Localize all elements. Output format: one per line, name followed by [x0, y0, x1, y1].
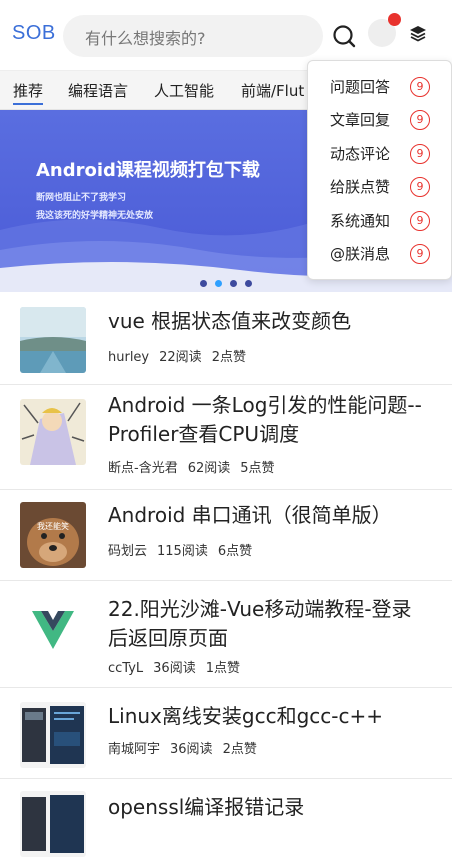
- count-badge: 9: [410, 144, 430, 164]
- carousel-dot[interactable]: [200, 280, 207, 287]
- layers-icon[interactable]: [408, 24, 428, 44]
- article-meta: 南城阿宇 36阅读 2点赞: [108, 738, 267, 757]
- article-meta: 码划云 115阅读 6点赞: [108, 540, 262, 559]
- carousel-dot[interactable]: [245, 280, 252, 287]
- menu-item-mentions[interactable]: @朕消息: [330, 243, 390, 264]
- article-thumbnail: [20, 702, 86, 768]
- article-thumbnail: 我还能笑: [20, 502, 86, 568]
- banner-title: Android课程视频打包下载: [36, 160, 260, 181]
- tab-recommend[interactable]: 推荐: [13, 80, 44, 105]
- article-title[interactable]: Android 串口通讯（很简单版）: [108, 501, 428, 530]
- logo[interactable]: SOB: [12, 22, 56, 45]
- menu-item-system-notices[interactable]: 系统通知: [330, 210, 390, 231]
- search-input[interactable]: 有什么想搜索的?: [63, 15, 323, 57]
- article-title[interactable]: 22.阳光沙滩-Vue移动端教程-登录后返回原页面: [108, 595, 428, 653]
- notification-menu: 问题回答 9 文章回复 9 动态评论 9 给朕点赞 9 系统通知 9 @朕消息 …: [307, 60, 452, 280]
- article-thumbnail: [20, 307, 86, 373]
- article-title[interactable]: vue 根据状态值来改变颜色: [108, 307, 428, 336]
- article-reads: 22阅读: [159, 350, 202, 365]
- count-badge: 9: [410, 211, 430, 231]
- article-title[interactable]: Android 一条Log引发的性能问题--Profiler查看CPU调度: [108, 391, 428, 449]
- article-thumbnail: [20, 791, 86, 857]
- carousel-dot-active[interactable]: [215, 280, 222, 287]
- article-thumbnail: [20, 599, 86, 665]
- thumbnail-caption: 我还能笑: [37, 521, 69, 531]
- menu-item-article-replies[interactable]: 文章回复: [330, 109, 390, 130]
- tab-ai[interactable]: 人工智能: [154, 80, 214, 101]
- tab-programming[interactable]: 编程语言: [68, 80, 128, 101]
- count-badge: 9: [410, 177, 430, 197]
- article-author[interactable]: 码划云: [108, 544, 147, 559]
- count-badge: 9: [410, 110, 430, 130]
- article-author[interactable]: 断点-含光君: [108, 461, 178, 476]
- article-meta: hurley 22阅读 2点赞: [108, 346, 256, 365]
- menu-item-likes[interactable]: 给朕点赞: [330, 176, 390, 197]
- article-likes: 2点赞: [211, 350, 246, 365]
- list-item[interactable]: 我还能笑 Android 串口通讯（很简单版） 码划云 115阅读 6点赞: [0, 490, 452, 581]
- list-item[interactable]: Linux离线安装gcc和gcc-c++ 南城阿宇 36阅读 2点赞: [0, 688, 452, 779]
- notification-dot: [388, 13, 401, 26]
- article-meta: ccTyL 36阅读 1点赞: [108, 657, 250, 676]
- article-reads: 36阅读: [170, 742, 213, 757]
- article-reads: 115阅读: [157, 544, 208, 559]
- article-author[interactable]: ccTyL: [108, 661, 143, 676]
- carousel-indicators: [200, 272, 260, 291]
- count-badge: 9: [410, 244, 430, 264]
- menu-item-feed-comments[interactable]: 动态评论: [330, 143, 390, 164]
- article-reads: 62阅读: [187, 461, 231, 476]
- search-placeholder: 有什么想搜索的?: [85, 29, 206, 48]
- carousel-dot[interactable]: [230, 280, 237, 287]
- banner-line-2: 我这该死的好学精神无处安放: [36, 211, 154, 221]
- list-item[interactable]: openssl编译报错记录: [0, 779, 452, 857]
- article-likes: 2点赞: [222, 742, 257, 757]
- menu-item-question-answers[interactable]: 问题回答: [330, 76, 390, 97]
- banner-line-1: 断网也阻止不了我学习: [36, 193, 127, 203]
- article-author[interactable]: 南城阿宇: [108, 742, 160, 757]
- article-likes: 6点赞: [217, 544, 253, 559]
- list-item[interactable]: vue 根据状态值来改变颜色 hurley 22阅读 2点赞: [0, 293, 452, 385]
- tab-frontend[interactable]: 前端/Flut: [241, 80, 304, 101]
- article-likes: 5点赞: [240, 461, 275, 476]
- search-icon[interactable]: [332, 24, 356, 48]
- article-reads: 36阅读: [153, 661, 196, 676]
- article-list: vue 根据状态值来改变颜色 hurley 22阅读 2点赞 Android 一条L…: [0, 293, 452, 857]
- article-author[interactable]: hurley: [108, 350, 149, 365]
- article-title[interactable]: Linux离线安装gcc和gcc-c++: [108, 702, 428, 731]
- article-likes: 1点赞: [205, 661, 240, 676]
- list-item[interactable]: 22.阳光沙滩-Vue移动端教程-登录后返回原页面 ccTyL 36阅读 1点赞: [0, 581, 452, 688]
- count-badge: 9: [410, 77, 430, 97]
- article-meta: 断点-含光君 62阅读 5点赞: [108, 457, 285, 476]
- list-item[interactable]: Android 一条Log引发的性能问题--Profiler查看CPU调度 断点…: [0, 385, 452, 490]
- article-thumbnail: [20, 399, 86, 465]
